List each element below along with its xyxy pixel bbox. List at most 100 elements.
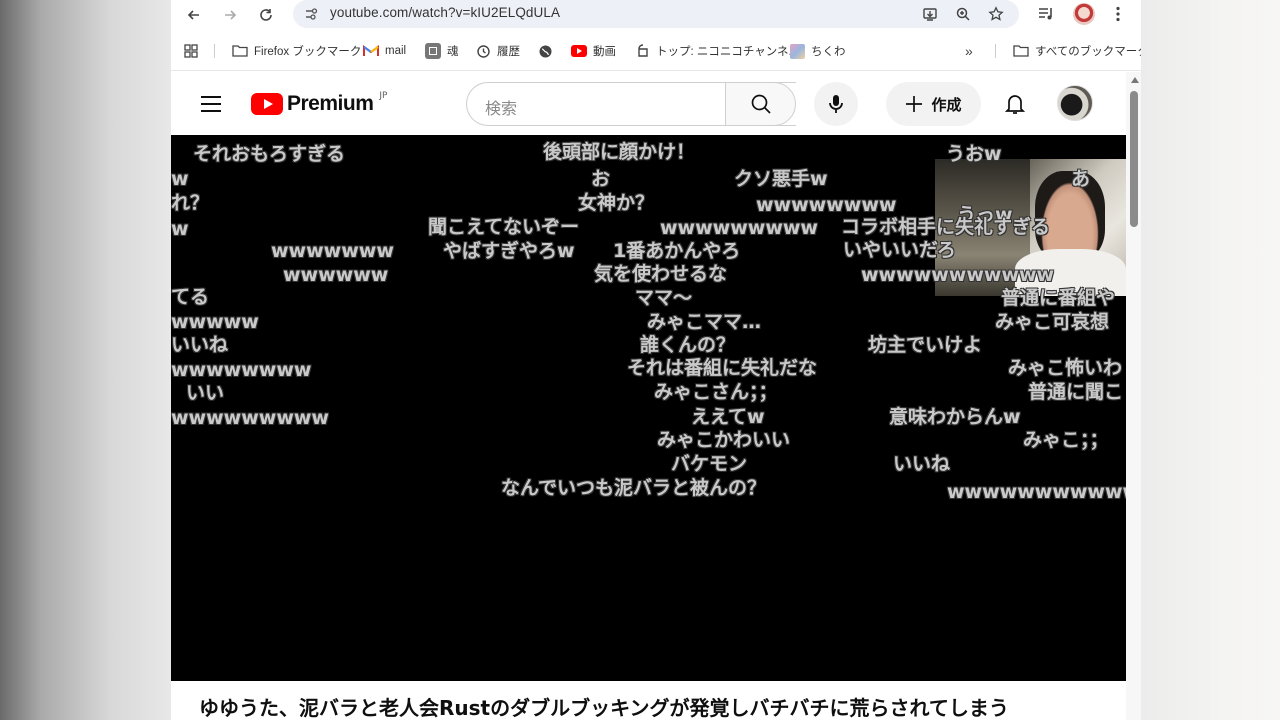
search-icon: [751, 94, 771, 114]
more-bookmarks-button[interactable]: »: [965, 41, 973, 61]
browser-toolbar: youtube.com/watch?v=kIU2ELQdULA: [171, 0, 1141, 30]
url-text[interactable]: youtube.com/watch?v=kIU2ELQdULA: [330, 5, 560, 20]
zoom-icon[interactable]: [955, 6, 971, 22]
image-icon: [790, 43, 805, 59]
danmaku-comment: 誰くんの？: [640, 334, 736, 356]
danmaku-comment: やばすぎやろw: [443, 240, 575, 262]
danmaku-comment: wwwwwww: [271, 240, 394, 262]
bell-icon: [1005, 95, 1025, 114]
danmaku-comment: いいね: [893, 453, 951, 475]
danmaku-comment: wwwwwwwwwww: [861, 264, 1055, 286]
bookmark-globe[interactable]: [538, 41, 559, 61]
history-icon: [477, 44, 490, 58]
danmaku-comment: 気を使わせるな: [594, 263, 728, 285]
video-title: ゆゆうた、泥バラと老人会Rustのダブルブッキングが発覚しバチバチに荒らされてし…: [199, 696, 1009, 720]
bookmark-tamashii[interactable]: 魂: [425, 41, 459, 61]
danmaku-comment: うおw: [946, 143, 1002, 165]
youtube-header: Premium JP 検索 作成: [171, 72, 1126, 135]
scrollbar-thumb[interactable]: [1130, 91, 1138, 227]
danmaku-comment: wwwwwwwwwwwww: [947, 481, 1126, 503]
danmaku-comment: それは番組に失礼だな: [627, 357, 818, 379]
more-vertical-icon[interactable]: [1115, 6, 1121, 22]
voice-search-button[interactable]: [814, 82, 858, 126]
search-placeholder: 検索: [485, 99, 518, 118]
danmaku-comment: いいね: [171, 334, 229, 356]
arrow-right-icon: [225, 10, 237, 20]
microphone-icon: [829, 95, 843, 113]
bookmark-mail[interactable]: mail: [363, 41, 406, 61]
danmaku-comment: wwwwwwww: [171, 359, 312, 381]
account-avatar[interactable]: [1057, 85, 1093, 121]
bookmark-history[interactable]: 履歴: [476, 41, 520, 61]
danmaku-comment: みゃこママ…: [647, 311, 762, 333]
install-app-icon[interactable]: [922, 6, 938, 22]
danmaku-comment: ええてw: [691, 406, 765, 428]
danmaku-comment: 後頭部に顔かけ！: [543, 141, 696, 163]
arrow-left-icon: [187, 10, 199, 20]
site-info-icon[interactable]: [304, 7, 318, 21]
danmaku-comment: 普通に聞こ: [1028, 381, 1124, 403]
folder-icon: [1013, 45, 1029, 57]
hamburger-menu-icon[interactable]: [200, 95, 222, 113]
bookmark-chikuwa[interactable]: ちくわ: [790, 41, 846, 61]
youtube-logo[interactable]: Premium JP: [251, 91, 387, 115]
video-player[interactable]: それおもろすぎる 後頭部に顔かけ！ うおw w おクソ悪手w あれ？ 女神か？ wwwwwww…: [171, 135, 1126, 681]
profile-avatar[interactable]: [1073, 3, 1095, 25]
danmaku-comment: お: [591, 168, 611, 190]
star-icon[interactable]: [988, 6, 1004, 22]
folder-icon: [232, 45, 248, 57]
bookmark-label: 魂: [447, 46, 459, 58]
address-bar[interactable]: youtube.com/watch?v=kIU2ELQdULA: [293, 0, 1019, 28]
danmaku-comment: それおもろすぎる: [193, 143, 346, 165]
danmaku-comment: コラボ相手に失礼すぎる: [841, 216, 1051, 238]
back-button[interactable]: [182, 3, 206, 27]
danmaku-comment: れ？: [171, 192, 210, 214]
youtube-icon: [571, 45, 587, 57]
youtube-play-icon: [251, 93, 283, 115]
plus-icon: [906, 96, 923, 112]
forward-button[interactable]: [218, 3, 242, 27]
danmaku-comment: wwwwww: [283, 264, 389, 286]
danmaku-comment: みゃこ；；: [1023, 429, 1109, 451]
danmaku-comment: w: [171, 218, 189, 240]
danmaku-comment: みゃこさん；；: [654, 381, 778, 403]
search-button[interactable]: [725, 82, 796, 126]
danmaku-comment: wwwwwwwww: [171, 407, 329, 429]
danmaku-comment: wwwwwwww: [756, 194, 897, 216]
danmaku-comment: 1番あかんやろ: [613, 240, 741, 262]
scroll-up-arrow-icon[interactable]: [1131, 77, 1139, 83]
danmaku-comment: いい: [186, 382, 225, 404]
bookmark-label: mail: [385, 45, 407, 57]
danmaku-comment: 聞こえてないぞー: [428, 216, 580, 238]
chevron-double-right-icon: »: [965, 43, 973, 59]
bookmark-niconico[interactable]: トップ: ニコニコチャンネ...: [636, 41, 798, 61]
globe-icon: [539, 45, 552, 57]
bookmark-label: ちくわ: [811, 46, 846, 58]
danmaku-comment: w: [171, 168, 189, 190]
danmaku-comment: いやいいだろ: [843, 239, 956, 261]
danmaku-comment-layer: それおもろすぎる 後頭部に顔かけ！ うおw w おクソ悪手w あれ？ 女神か？ wwwwwww…: [171, 135, 1126, 681]
bookmark-icon: [425, 43, 441, 59]
bookmark-label: トップ: ニコニコチャンネ...: [656, 46, 799, 58]
bookmark-label: 動画: [593, 46, 616, 58]
create-label: 作成: [931, 95, 962, 114]
media-control-icon[interactable]: [1038, 6, 1055, 22]
danmaku-comment: みゃこ怖いわ: [1008, 357, 1123, 379]
danmaku-comment: バケモン: [671, 453, 748, 475]
notifications-button[interactable]: [997, 86, 1033, 122]
reload-icon: [260, 9, 272, 21]
bookmark-videos[interactable]: 動画: [571, 41, 616, 61]
bookmarks-separator: [995, 44, 996, 58]
gmail-icon: [363, 45, 379, 56]
apps-grid-icon[interactable]: [184, 44, 198, 58]
bookmark-firefox[interactable]: Firefox ブックマーク: [232, 41, 361, 61]
toolbar-divider: [171, 70, 1141, 71]
danmaku-comment: wwwww: [171, 311, 259, 333]
all-bookmarks-button[interactable]: すべてのブックマーク: [1013, 41, 1141, 61]
browser-window: youtube.com/watch?v=kIU2ELQdULA Firefox …: [171, 0, 1141, 720]
danmaku-comment: なんでいつも泥バラと被んの？: [501, 477, 767, 499]
danmaku-comment: 普通に番組や: [1001, 287, 1116, 309]
reload-button[interactable]: [254, 3, 278, 27]
bookmarks-bar: Firefox ブックマーク mail 魂 履歴 動画 トップ: ニコニコチャン…: [171, 36, 1141, 66]
create-button[interactable]: 作成: [886, 82, 981, 126]
